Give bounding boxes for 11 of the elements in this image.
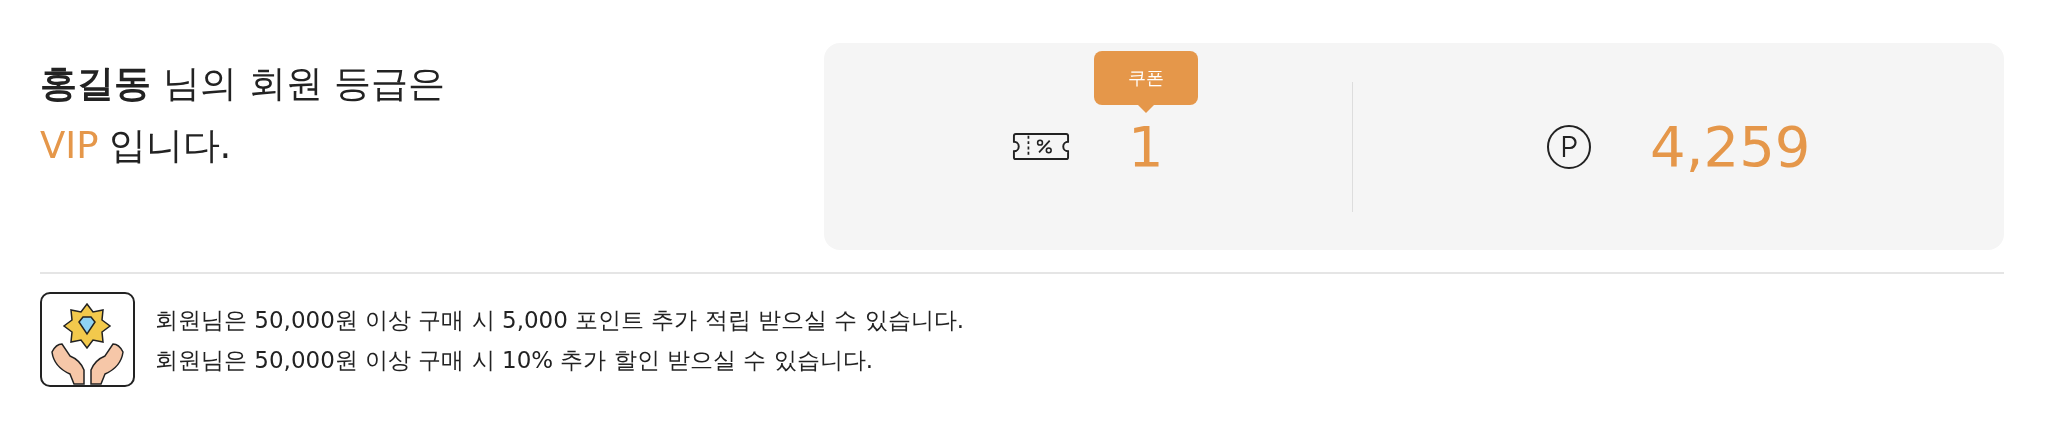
coupon-count: 1 — [1127, 118, 1164, 175]
points-amount: 4,259 — [1650, 118, 1811, 175]
diamond-hands-icon — [40, 292, 135, 387]
coupon-tooltip: 쿠폰 — [1093, 50, 1198, 113]
benefit-text: 회원님은 50,000원 이상 구매 시 10% 추가 할인 받으실 수 있습니다. — [155, 345, 875, 375]
grade-name: VIP — [40, 123, 99, 169]
grade-heading: 홍길동 님의 회원 등급은 — [40, 61, 446, 107]
coupon-ticket-icon — [1011, 132, 1070, 161]
points-icon — [1546, 123, 1593, 170]
grade-suffix: 입니다. — [108, 123, 232, 169]
benefit-text: 회원님은 50,000원 이상 구매 시 5,000 포인트 추가 적립 받으실 수 있습니다. — [155, 305, 965, 335]
